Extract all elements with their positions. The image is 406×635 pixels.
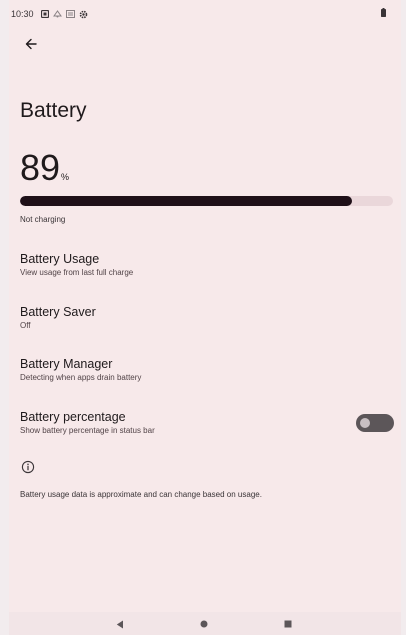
pref-battery-saver[interactable]: Battery Saver Off	[9, 304, 401, 336]
battery-level-bar-fill	[20, 196, 352, 206]
status-bar: 10:30	[9, 0, 401, 24]
nav-back-icon	[116, 620, 123, 628]
page-title: Battery	[20, 99, 87, 122]
battery-usage-disclaimer: Battery usage data is approximate and ca…	[20, 490, 262, 499]
pref-title: Battery Saver	[20, 305, 96, 319]
signal-icon	[53, 10, 62, 18]
pref-title: Battery Manager	[20, 357, 113, 371]
battery-level: 89 %	[20, 148, 69, 188]
pref-battery-usage[interactable]: Battery Usage View usage from last full …	[9, 251, 401, 283]
nav-home-icon	[200, 620, 208, 628]
battery-percentage-toggle[interactable]	[356, 414, 394, 432]
toggle-knob	[360, 418, 370, 428]
settings-icon	[79, 10, 88, 18]
battery-level-value: 89	[20, 147, 61, 188]
battery-settings-screen: 10:30 Battery 89 % Not charging Battery …	[9, 0, 401, 635]
back-button[interactable]	[19, 32, 43, 56]
pref-summary: Off	[20, 321, 31, 330]
nav-home-button[interactable]	[196, 616, 212, 632]
battery-icon	[381, 8, 386, 17]
nav-recents-icon	[284, 620, 292, 628]
battery-level-unit: %	[61, 172, 70, 182]
notification-icon	[41, 10, 49, 18]
charging-status: Not charging	[20, 215, 66, 224]
status-icons	[41, 9, 88, 19]
navigation-bar	[9, 612, 401, 635]
status-time: 10:30	[11, 9, 34, 19]
sim-icon	[66, 10, 75, 18]
pref-summary: View usage from last full charge	[20, 268, 134, 277]
nav-back-button[interactable]	[112, 616, 128, 632]
pref-title: Battery percentage	[20, 410, 126, 424]
info-icon	[21, 460, 35, 474]
pref-title: Battery Usage	[20, 252, 100, 266]
pref-battery-percentage[interactable]: Battery percentage Show battery percenta…	[9, 409, 401, 441]
battery-level-bar	[20, 196, 393, 206]
pref-summary: Detecting when apps drain battery	[20, 373, 142, 382]
pref-summary: Show battery percentage in status bar	[20, 426, 155, 435]
pref-battery-manager[interactable]: Battery Manager Detecting when apps drai…	[9, 356, 401, 388]
nav-recents-button[interactable]	[280, 616, 296, 632]
back-arrow-icon	[25, 38, 37, 50]
